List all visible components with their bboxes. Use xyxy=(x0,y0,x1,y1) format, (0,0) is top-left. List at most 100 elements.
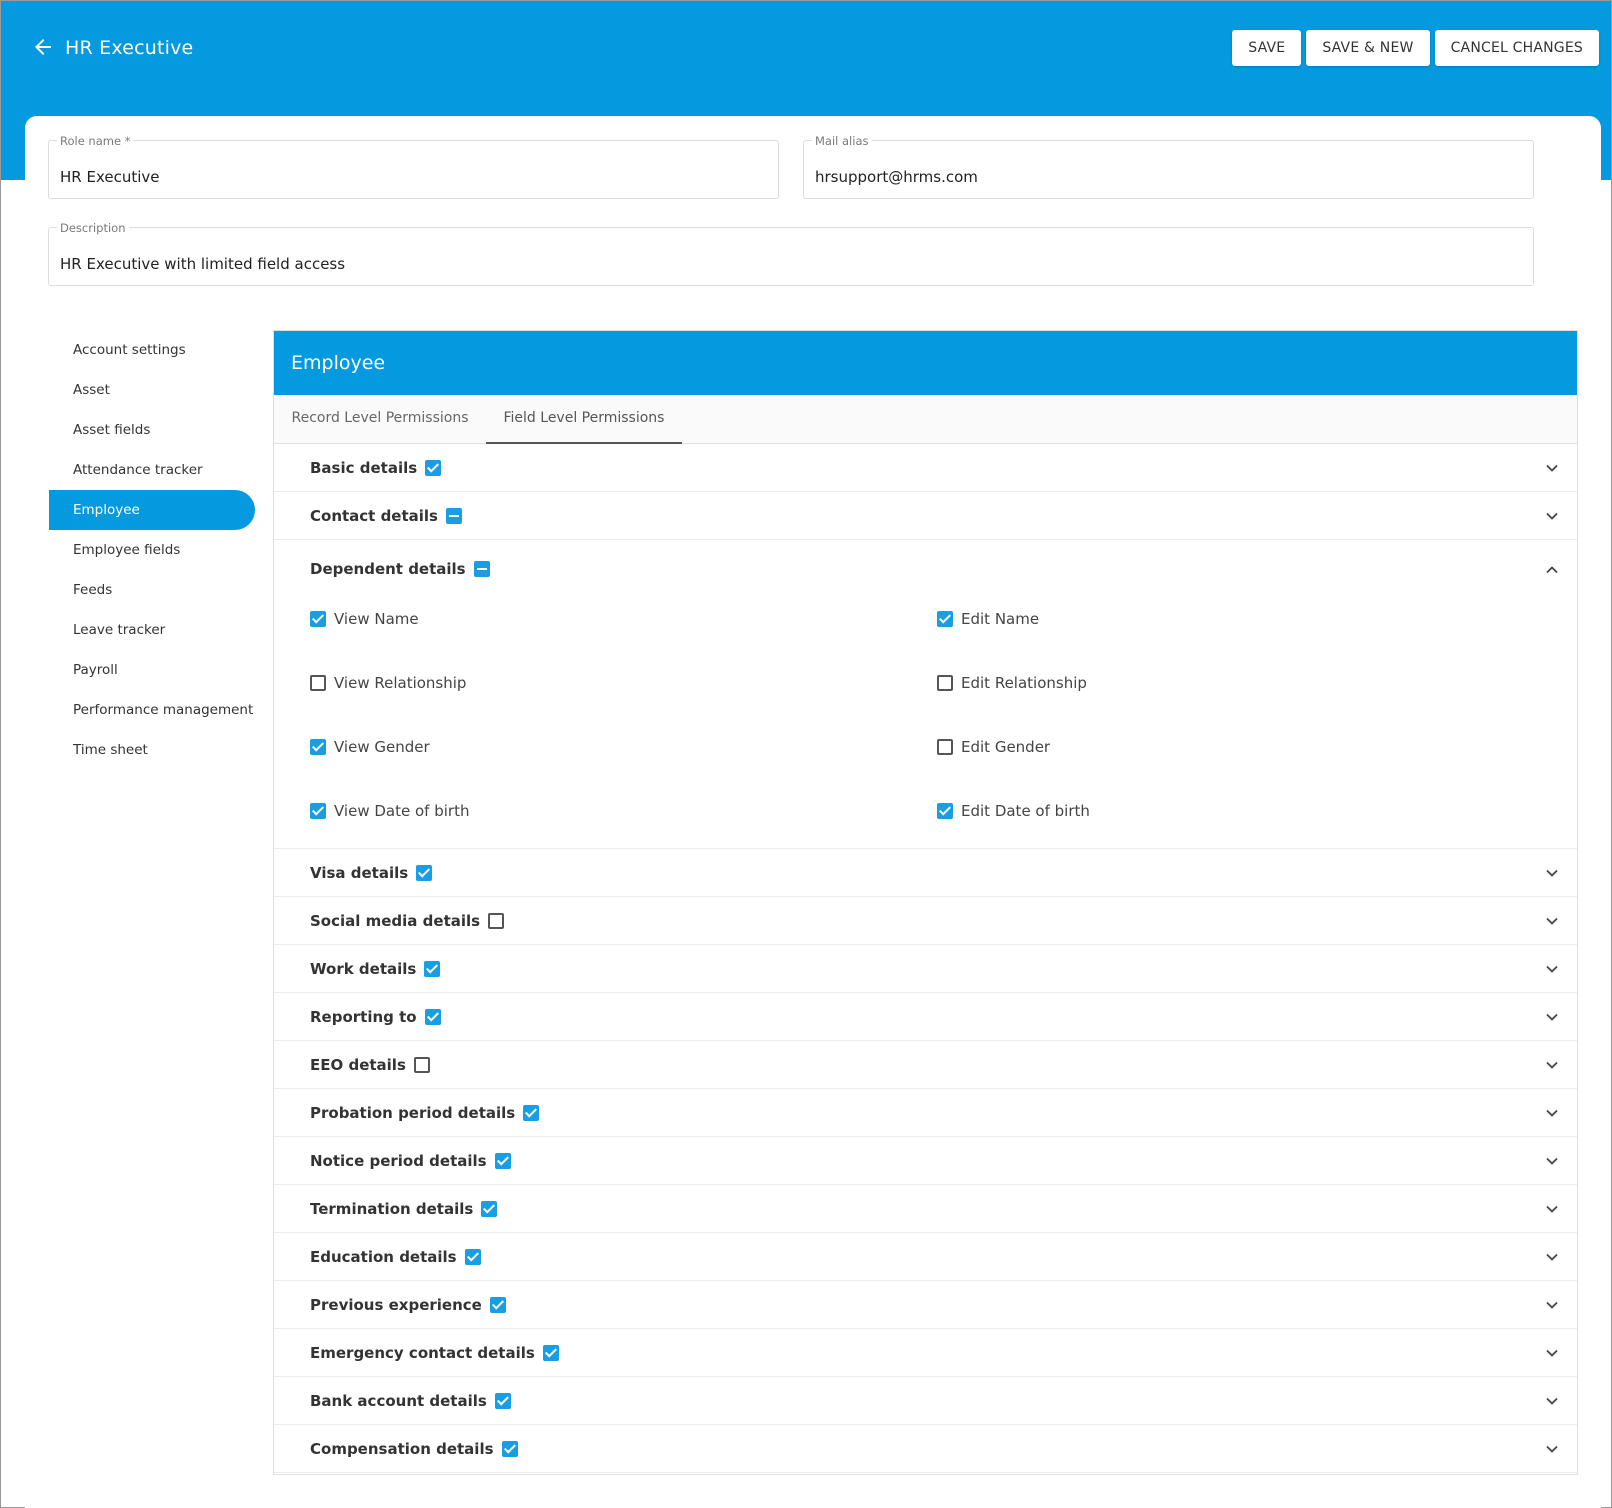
checkbox[interactable] xyxy=(310,611,326,627)
checkbox[interactable] xyxy=(310,739,326,755)
chevron-down-icon[interactable] xyxy=(1545,1106,1559,1120)
mail-alias-input[interactable] xyxy=(815,167,1508,187)
section-checkbox[interactable] xyxy=(501,1441,518,1457)
section-education-details[interactable]: Education details xyxy=(274,1233,1577,1281)
sidebar-item-attendance-tracker[interactable]: Attendance tracker xyxy=(49,450,255,490)
section-emergency-contact-details[interactable]: Emergency contact details xyxy=(274,1329,1577,1377)
section-checkbox[interactable] xyxy=(488,913,505,929)
checkbox[interactable] xyxy=(937,675,953,691)
checkbox[interactable] xyxy=(937,739,953,755)
save-and-new-button[interactable]: SAVE & NEW xyxy=(1306,30,1430,66)
chevron-down-icon[interactable] xyxy=(1545,1298,1559,1312)
arrow-left-icon[interactable] xyxy=(31,35,55,59)
section-label: Emergency contact details xyxy=(310,1344,535,1362)
section-checkbox[interactable] xyxy=(464,1249,481,1265)
section-title: Education details xyxy=(310,1233,481,1281)
section-checkbox[interactable] xyxy=(481,1201,498,1217)
section-checkbox[interactable] xyxy=(416,865,433,881)
description-field[interactable]: Description xyxy=(48,220,1534,286)
role-name-input[interactable] xyxy=(60,167,753,187)
chevron-down-icon[interactable] xyxy=(1545,1202,1559,1216)
checkbox[interactable] xyxy=(310,803,326,819)
section-label: EEO details xyxy=(310,1056,406,1074)
section-checkbox[interactable] xyxy=(489,1297,506,1313)
chevron-down-icon[interactable] xyxy=(1545,1346,1559,1360)
chevron-down-icon[interactable] xyxy=(1545,914,1559,928)
section-previous-experience[interactable]: Previous experience xyxy=(274,1281,1577,1329)
section-bank-account-details[interactable]: Bank account details xyxy=(274,1377,1577,1425)
section-checkbox[interactable] xyxy=(494,1153,511,1169)
perm-edit-name[interactable]: Edit Name xyxy=(937,610,1039,628)
section-contact-details[interactable]: Contact details xyxy=(274,492,1577,540)
sidebar-item-employee-fields[interactable]: Employee fields xyxy=(49,530,255,570)
permissions-panel: Employee Record Level Permissions Field … xyxy=(273,330,1578,1475)
section-checkbox[interactable] xyxy=(523,1105,540,1121)
save-button[interactable]: SAVE xyxy=(1232,30,1302,66)
chevron-down-icon[interactable] xyxy=(1545,1154,1559,1168)
chevron-down-icon[interactable] xyxy=(1545,509,1559,523)
sidebar-item-asset-fields[interactable]: Asset fields xyxy=(49,410,255,450)
perm-view-name[interactable]: View Name xyxy=(310,610,419,628)
section-checkbox[interactable] xyxy=(445,508,462,524)
chevron-down-icon[interactable] xyxy=(1545,461,1559,475)
section-termination-details[interactable]: Termination details xyxy=(274,1185,1577,1233)
checkbox[interactable] xyxy=(937,611,953,627)
section-basic-details[interactable]: Basic details xyxy=(274,444,1577,492)
section-title: Termination details xyxy=(310,1185,498,1233)
chevron-down-icon[interactable] xyxy=(1545,962,1559,976)
tab-record-level-permissions[interactable]: Record Level Permissions xyxy=(274,395,486,444)
section-compensation-details[interactable]: Compensation details xyxy=(274,1425,1577,1473)
section-eeo-details[interactable]: EEO details xyxy=(274,1041,1577,1089)
section-checkbox[interactable] xyxy=(424,961,441,977)
section-checkbox[interactable] xyxy=(413,1057,430,1073)
sidebar-item-asset[interactable]: Asset xyxy=(49,370,255,410)
role-form-card: Role name * Mail alias Description Accou… xyxy=(25,116,1601,1508)
perm-edit-relationship[interactable]: Edit Relationship xyxy=(937,674,1087,692)
sidebar-item-employee[interactable]: Employee xyxy=(49,490,255,530)
page-title: HR Executive xyxy=(65,37,194,59)
role-name-field[interactable]: Role name * xyxy=(48,133,779,199)
perm-edit-gender[interactable]: Edit Gender xyxy=(937,738,1050,756)
section-label: Notice period details xyxy=(310,1152,487,1170)
section-checkbox[interactable] xyxy=(425,460,442,476)
chevron-down-icon[interactable] xyxy=(1545,1010,1559,1024)
section-social-media-details[interactable]: Social media details xyxy=(274,897,1577,945)
sidebar-item-leave-tracker[interactable]: Leave tracker xyxy=(49,610,255,650)
chevron-down-icon[interactable] xyxy=(1545,1442,1559,1456)
chevron-up-icon[interactable] xyxy=(1545,563,1559,577)
chevron-down-icon[interactable] xyxy=(1545,1250,1559,1264)
section-label: Compensation details xyxy=(310,1440,494,1458)
section-visa-details[interactable]: Visa details xyxy=(274,849,1577,897)
checkbox[interactable] xyxy=(937,803,953,819)
section-checkbox[interactable] xyxy=(542,1345,559,1361)
perm-edit-date-of-birth[interactable]: Edit Date of birth xyxy=(937,802,1090,820)
tab-field-level-permissions[interactable]: Field Level Permissions xyxy=(486,395,682,444)
perm-view-gender[interactable]: View Gender xyxy=(310,738,430,756)
cancel-changes-button[interactable]: CANCEL CHANGES xyxy=(1434,30,1599,66)
perm-view-date-of-birth[interactable]: View Date of birth xyxy=(310,802,469,820)
section-checkbox[interactable] xyxy=(424,1009,441,1025)
section-checkbox[interactable] xyxy=(473,561,490,577)
chevron-down-icon[interactable] xyxy=(1545,1394,1559,1408)
sidebar-item-performance-management[interactable]: Performance management xyxy=(49,690,255,730)
section-label: Visa details xyxy=(310,864,409,882)
chevron-down-icon[interactable] xyxy=(1545,1058,1559,1072)
section-title: EEO details xyxy=(310,1041,430,1089)
sidebar-item-account-settings[interactable]: Account settings xyxy=(49,330,255,370)
chevron-down-icon[interactable] xyxy=(1545,866,1559,880)
sidebar-item-time-sheet[interactable]: Time sheet xyxy=(49,730,255,770)
sidebar-item-payroll[interactable]: Payroll xyxy=(49,650,255,690)
section-checkbox[interactable] xyxy=(494,1393,511,1409)
checkbox[interactable] xyxy=(310,675,326,691)
description-input[interactable] xyxy=(60,254,1470,274)
mail-alias-field[interactable]: Mail alias xyxy=(803,133,1534,199)
section-title: Bank account details xyxy=(310,1377,511,1425)
perm-view-relationship[interactable]: View Relationship xyxy=(310,674,466,692)
section-title: Social media details xyxy=(310,897,505,945)
section-notice-period-details[interactable]: Notice period details xyxy=(274,1137,1577,1185)
section-reporting-to[interactable]: Reporting to xyxy=(274,993,1577,1041)
section-probation-period-details[interactable]: Probation period details xyxy=(274,1089,1577,1137)
section-work-details[interactable]: Work details xyxy=(274,945,1577,993)
sidebar-item-feeds[interactable]: Feeds xyxy=(49,570,255,610)
section-title[interactable]: Dependent details xyxy=(310,554,490,584)
